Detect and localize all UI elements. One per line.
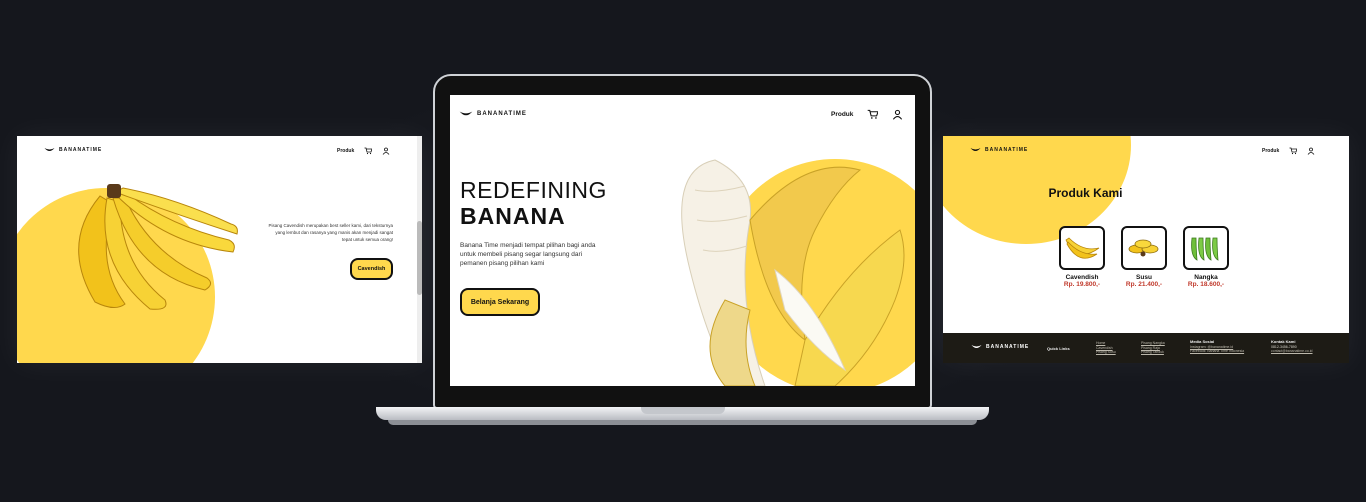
nav-produk[interactable]: Produk	[337, 148, 354, 154]
banana-logo-icon	[970, 148, 981, 151]
links-column-2: Pisang Nangka Pisang Raja Pisang Tanduk	[1141, 341, 1165, 355]
logo[interactable]: BANANATIME	[459, 110, 527, 118]
quick-links-title: Quick Links	[1047, 346, 1070, 351]
cavendish-description: Pisang Cavendish merupakan best seller k…	[268, 223, 393, 242]
main-page-preview: BANANATIME Produk REDEFINING BANANA Bana…	[450, 95, 915, 386]
contact-column: Kontak Kami 0812-3456-7890 contact@banan…	[1271, 339, 1313, 354]
product-price: Rp. 18.600,-	[1187, 281, 1225, 288]
section-title: Produk Kami	[1048, 186, 1123, 200]
footer-logo[interactable]: BANANATIME	[971, 344, 1029, 350]
nav-produk[interactable]: Produk	[1262, 148, 1279, 154]
banana-logo-icon	[971, 345, 982, 348]
shop-now-button[interactable]: Belanja Sekarang	[460, 288, 540, 316]
nav-produk[interactable]: Produk	[831, 111, 853, 118]
cavendish-banana-image	[1065, 237, 1100, 259]
brand-name: BANANATIME	[477, 111, 527, 117]
cart-icon[interactable]	[1289, 147, 1298, 155]
product-price: Rp. 21.400,-	[1125, 281, 1163, 288]
right-page-preview: BANANATIME Produk Produk Kami Cavendish …	[943, 136, 1349, 363]
user-icon[interactable]	[382, 147, 390, 155]
product-name: Susu	[1136, 274, 1152, 281]
product-name: Nangka	[1194, 274, 1218, 281]
brand-name: BANANATIME	[59, 147, 103, 153]
footer-link[interactable]: Pisang Susu	[1096, 350, 1116, 355]
logo[interactable]: BANANATIME	[970, 147, 1028, 153]
user-icon[interactable]	[1307, 147, 1315, 155]
scrollbar[interactable]	[417, 136, 422, 363]
footer-brand: BANANATIME	[986, 344, 1030, 350]
logo[interactable]: BANANATIME	[44, 147, 102, 153]
links-column-1: Home Cavendish Pisang Susu	[1096, 341, 1116, 355]
product-image-frame	[1121, 226, 1167, 270]
footer-link[interactable]: Pisang Nangka	[1141, 341, 1165, 346]
hero-title-line1: REDEFINING	[460, 177, 607, 203]
brand-name: BANANATIME	[985, 147, 1029, 153]
social-column: Media Sosial Instagram: @bananatime.id F…	[1190, 339, 1244, 354]
product-image-frame	[1183, 226, 1229, 270]
banana-bunch-image	[78, 184, 238, 310]
cavendish-button[interactable]: Cavendish	[350, 258, 393, 280]
user-icon[interactable]	[892, 109, 903, 120]
banana-logo-icon	[44, 148, 55, 151]
hero-title-line2: BANANA	[460, 203, 566, 229]
cart-icon[interactable]	[867, 109, 879, 120]
product-card[interactable]: Nangka Rp. 18.600,-	[1183, 226, 1229, 288]
footer-link[interactable]: Pisang Tanduk	[1141, 350, 1165, 355]
product-price: Rp. 19.800,-	[1063, 281, 1101, 288]
product-image-frame	[1059, 226, 1105, 270]
hero-description: Banana Time menjadi tempat pilihan bagi …	[460, 242, 596, 267]
banana-logo-icon	[459, 111, 473, 116]
susu-banana-image	[1128, 239, 1159, 257]
product-card[interactable]: Cavendish Rp. 19.800,-	[1059, 226, 1105, 288]
scrollbar-thumb[interactable]	[417, 221, 422, 295]
laptop-foot	[388, 420, 977, 425]
contact-email[interactable]: contact@bananatime.co.id	[1271, 349, 1313, 354]
cart-icon[interactable]	[364, 147, 373, 155]
product-name: Cavendish	[1065, 274, 1099, 281]
product-card[interactable]: Susu Rp. 21.400,-	[1121, 226, 1167, 288]
social-link[interactable]: Facebook: Banana Time Indonesia	[1190, 349, 1244, 354]
peeled-banana-image	[681, 159, 905, 386]
footer: BANANATIME Quick Links Home Cavendish Pi…	[943, 333, 1349, 363]
left-page-preview: BANANATIME Produk Pisang Cavendish merup…	[17, 136, 422, 363]
nangka-banana-image	[1191, 237, 1219, 261]
laptop-notch	[641, 407, 725, 414]
